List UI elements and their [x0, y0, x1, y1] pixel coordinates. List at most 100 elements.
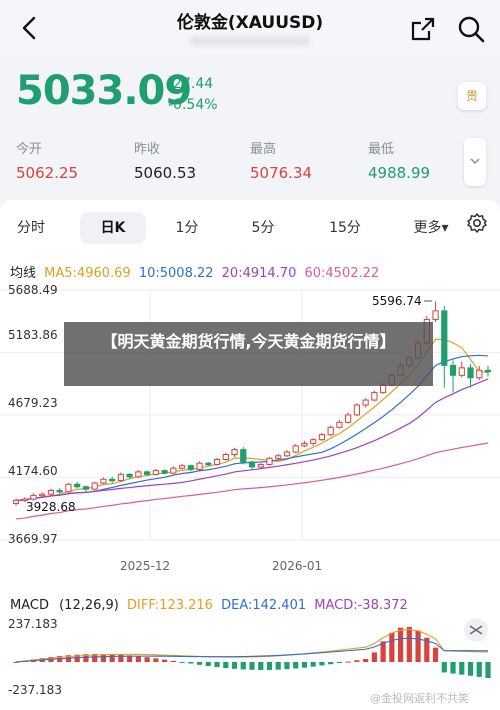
candle-body	[117, 473, 124, 482]
candle-body	[484, 369, 492, 373]
stat-high: 最高 5076.34	[250, 138, 312, 182]
gear-icon[interactable]	[466, 212, 488, 234]
stat-open: 今开 5062.25	[16, 138, 78, 182]
ma60-line	[15, 442, 489, 520]
tab-1min[interactable]: 1分	[164, 212, 210, 244]
x-tick-label: 2025-12	[120, 559, 170, 573]
ma-legend: 均线 MA5:4960.69 10:5008.22 20:4914.70 60:…	[10, 262, 383, 281]
macd-bar	[450, 662, 456, 674]
macd-y-top: 237.183	[8, 617, 58, 631]
macd-bar	[188, 662, 194, 664]
candle-body	[213, 458, 221, 465]
macd-bar	[336, 662, 343, 663]
macd-bar	[284, 662, 290, 670]
stat-value: 5076.34	[250, 164, 313, 182]
stat-label: 最高	[250, 142, 277, 157]
candle-body	[152, 470, 159, 475]
candle-body	[30, 494, 37, 500]
expand-stats-button[interactable]	[464, 138, 486, 186]
x-tick-label: 2026-01	[272, 559, 322, 573]
tab-daily-k[interactable]: 日K	[80, 212, 146, 244]
macd-bar	[231, 662, 238, 669]
macd-bar	[301, 662, 308, 668]
candle-body	[310, 439, 317, 444]
candle-body	[362, 399, 369, 406]
macd-bar	[467, 662, 474, 676]
ma20-line	[15, 378, 489, 501]
candle-body	[205, 462, 212, 466]
macd-bar	[406, 626, 412, 662]
y-tick-label: 5183.86	[8, 328, 58, 342]
top-bar: 伦敦金(XAUUSD)	[0, 0, 500, 56]
price-change: -27.44 -0.54%	[168, 74, 218, 116]
macd-bar	[432, 647, 439, 662]
macd-title: MACD	[10, 598, 49, 613]
macd-bar	[109, 654, 115, 662]
macd-bar	[266, 662, 273, 670]
stat-value: 5062.25	[16, 164, 79, 182]
candle-body	[283, 451, 291, 457]
tab-5min[interactable]: 5分	[240, 212, 286, 244]
stats-row: 今开 5062.25 昨收 5060.53 最高 5076.34 最低 4988…	[0, 130, 500, 190]
macd-bar	[223, 662, 229, 669]
candle-body	[56, 489, 63, 493]
macd-bar	[161, 659, 168, 662]
candle-body	[449, 364, 457, 376]
candle-body	[467, 367, 474, 379]
macd-bar	[196, 662, 203, 665]
precious-metal-tag[interactable]: 贵	[458, 82, 486, 110]
search-icon	[458, 16, 485, 43]
candle-body	[380, 384, 387, 394]
quote-panel: 5033.09 -27.44 -0.54% 贵	[0, 56, 500, 126]
candle-body	[12, 499, 20, 504]
y-tick-label: 5688.49	[8, 283, 58, 297]
candle-body	[196, 462, 203, 470]
stat-label: 今开	[16, 142, 43, 157]
macd-bar	[310, 662, 316, 667]
candle-body	[371, 392, 378, 401]
macd-bar	[441, 662, 447, 673]
candle-body	[178, 465, 186, 469]
candle-body	[231, 449, 238, 456]
candle-body	[336, 421, 343, 428]
candle-body	[222, 454, 229, 460]
macd-bar	[153, 658, 159, 662]
macd-bar	[170, 660, 176, 662]
fullscreen-button[interactable]	[464, 618, 488, 642]
candle-body	[345, 414, 352, 423]
stat-label: 最低	[368, 142, 395, 157]
chevron-down-icon	[470, 158, 480, 165]
candle-body	[161, 470, 168, 474]
candle-body	[266, 457, 273, 465]
candle-body	[292, 445, 299, 453]
search-button[interactable]	[456, 14, 486, 44]
ma20-value: 20:4914.70	[221, 266, 297, 281]
share-button[interactable]	[408, 14, 438, 44]
macd-bar	[214, 662, 220, 668]
macd-dea: DEA:142.401	[221, 598, 307, 613]
macd-bar	[319, 662, 325, 666]
macd-bar	[363, 659, 369, 662]
candle-body	[248, 461, 256, 468]
tab-15min[interactable]: 15分	[320, 212, 370, 244]
tab-intraday[interactable]: 分时	[6, 212, 56, 244]
period-tabs: 分时 日K 1分 5分 15分 更多▾	[0, 208, 500, 248]
y-tick-label: 4174.60	[8, 464, 58, 478]
macd-bar	[354, 660, 360, 662]
headline-overlay: 【明天黄金期货行情,今天黄金期货行情】	[64, 322, 433, 386]
macd-bar	[293, 662, 299, 669]
ma60-value: 60:4502.22	[304, 266, 380, 281]
stat-value: 5060.53	[134, 164, 197, 182]
change-amount: -27.44	[168, 76, 214, 92]
stat-prev-close: 昨收 5060.53	[134, 138, 196, 182]
macd-bar	[275, 662, 281, 670]
candle-body	[82, 486, 90, 490]
candle-body	[353, 404, 360, 416]
tab-more[interactable]: 更多▾	[404, 212, 458, 244]
macd-value: MACD:-38.372	[314, 598, 408, 613]
candle-body	[74, 483, 81, 488]
candle-body	[476, 369, 483, 379]
candle-body	[135, 471, 142, 478]
candle-body	[187, 465, 194, 470]
candle-body	[327, 426, 334, 436]
